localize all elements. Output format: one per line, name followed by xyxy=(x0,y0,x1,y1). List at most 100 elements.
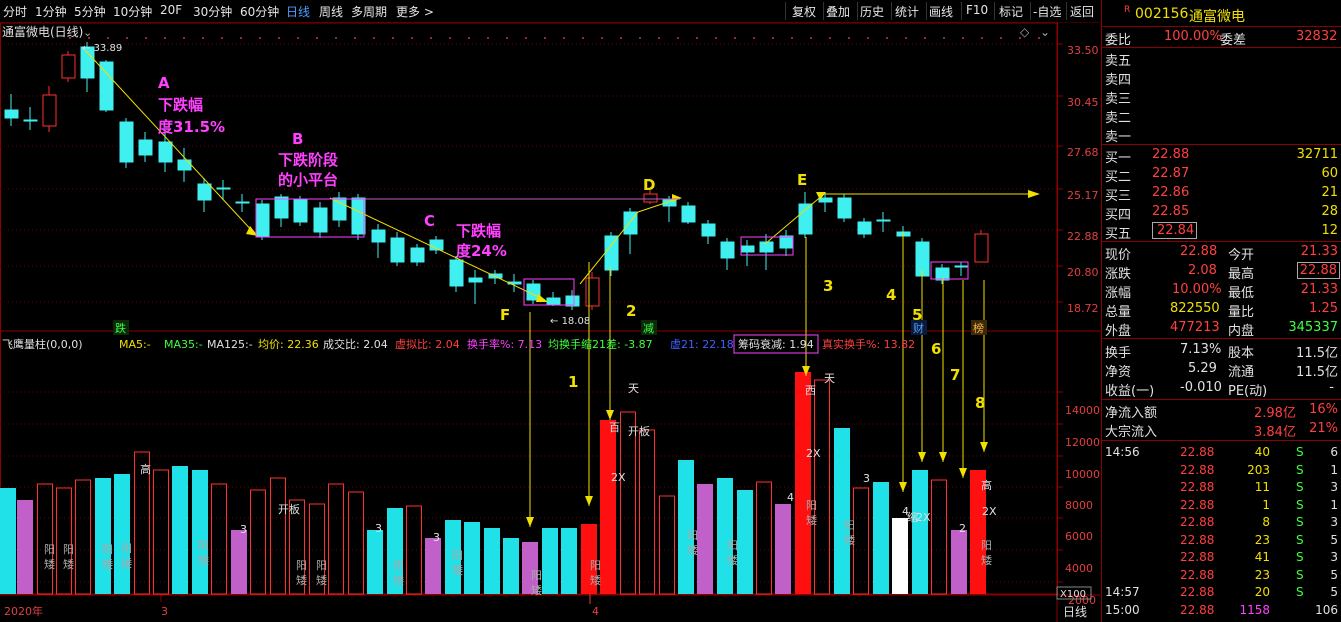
tick-count: 5 xyxy=(1330,532,1338,547)
tick-count: 1 xyxy=(1330,462,1338,477)
candle-body xyxy=(313,207,328,233)
time-axis-label: 3 xyxy=(161,605,168,618)
tab-daily[interactable]: 日线 xyxy=(286,3,310,20)
tick-side: S xyxy=(1296,445,1304,459)
candle-body xyxy=(4,109,19,119)
flow-percent: 16% xyxy=(1309,402,1338,417)
candle-body xyxy=(99,61,114,111)
stat-label: 最低 xyxy=(1228,286,1255,301)
dot xyxy=(202,37,204,39)
tab-1min[interactable]: 1分钟 xyxy=(35,3,67,20)
volume-bar xyxy=(931,479,947,595)
tab-60min[interactable]: 60分钟 xyxy=(240,3,279,20)
bar-label: 2X xyxy=(806,447,821,460)
volume-bar xyxy=(17,500,33,594)
sell-row[interactable]: 卖四 xyxy=(1102,68,1341,88)
buy-row[interactable]: 买四 22.85 28 xyxy=(1102,203,1341,223)
mark-button[interactable]: 标记 xyxy=(999,3,1023,20)
divider xyxy=(1102,26,1341,27)
chevron-down-icon[interactable]: ⌄ xyxy=(83,26,92,39)
event-marker[interactable]: 跌 xyxy=(115,321,126,335)
tab-20f[interactable]: 20F xyxy=(160,3,182,17)
bar-label: 百 xyxy=(609,421,620,434)
buy-label: 买三 xyxy=(1105,189,1132,204)
tick-volume: 1158 xyxy=(1239,602,1270,617)
tick-count: 3 xyxy=(1330,515,1338,529)
volume-bar xyxy=(367,530,383,594)
stats-button[interactable]: 统计 xyxy=(895,3,919,20)
volume-bar xyxy=(853,487,869,595)
dot xyxy=(601,37,603,39)
tab-more[interactable]: 更多 > xyxy=(396,3,434,20)
volume-bar xyxy=(250,489,266,595)
volume-bar xyxy=(348,491,364,595)
tick-time: 14:57 xyxy=(1105,585,1140,599)
sell-row[interactable]: 卖二 xyxy=(1102,106,1341,126)
draw-line-button[interactable]: 画线 xyxy=(929,3,953,20)
buy-row[interactable]: 买二 22.87 60 xyxy=(1102,165,1341,185)
fuquan-button[interactable]: 复权 xyxy=(792,3,816,20)
buy-row[interactable]: 买三 22.86 21 xyxy=(1102,184,1341,204)
tab-30min[interactable]: 30分钟 xyxy=(193,3,232,20)
stat-value: 21.33 xyxy=(1300,282,1338,297)
dot xyxy=(373,37,375,39)
tab-weekly[interactable]: 周线 xyxy=(319,3,343,20)
step-number: 6 xyxy=(931,340,941,358)
candle-body xyxy=(119,121,134,163)
f10-button[interactable]: F10 xyxy=(966,3,988,17)
back-button[interactable]: 返回 xyxy=(1070,3,1094,20)
platform-box xyxy=(255,198,365,238)
tab-10min[interactable]: 10分钟 xyxy=(113,3,152,20)
step-number: 1 xyxy=(568,373,578,391)
arrow-head xyxy=(918,452,926,462)
dot xyxy=(658,37,660,39)
dot xyxy=(316,37,318,39)
dot xyxy=(734,37,736,39)
diamond-icon[interactable]: ◇ xyxy=(1020,25,1030,39)
buy-row[interactable]: 买一 22.88 32711 xyxy=(1102,146,1341,166)
stat-label: 涨跌 xyxy=(1105,267,1132,282)
bar-label: 3 xyxy=(240,523,247,536)
overlay-button[interactable]: 叠加 xyxy=(826,3,850,20)
stat-value: 21.33 xyxy=(1300,244,1338,259)
dot xyxy=(1000,37,1002,39)
stat-label: 现价 xyxy=(1105,248,1132,263)
sell-row[interactable]: 卖三 xyxy=(1102,87,1341,107)
annotation-a: A xyxy=(158,74,170,92)
volume-bar xyxy=(775,504,791,594)
sell-row[interactable]: 卖五 xyxy=(1102,49,1341,69)
sell-row[interactable]: 卖一 xyxy=(1102,125,1341,145)
bar-label: 矮 xyxy=(981,553,992,567)
tick-volume: 1 xyxy=(1262,497,1270,512)
divider xyxy=(961,2,962,20)
watchlist-button[interactable]: -自选 xyxy=(1033,3,1061,20)
flow-label: 大宗流入 xyxy=(1105,425,1158,440)
tab-multi-period[interactable]: 多周期 xyxy=(351,3,387,20)
period-mode-label[interactable]: 日线 xyxy=(1063,605,1087,619)
tick-row: 22.88 8 S 3 xyxy=(1102,514,1341,532)
history-button[interactable]: 历史 xyxy=(860,3,884,20)
arrow-head xyxy=(1028,190,1040,198)
event-marker[interactable]: 减 xyxy=(643,322,654,335)
candle-body xyxy=(779,235,794,249)
kline-chart[interactable]: 通富微电(日线) ⌄ ◇ ⌄ ← 33.89 ← 18.08 33.50 30.… xyxy=(0,22,1100,622)
volume-bar xyxy=(737,490,753,594)
toolbar: 分时 1分钟 5分钟 10分钟 20F 30分钟 60分钟 日线 周线 多周期 … xyxy=(0,0,1100,23)
event-marker[interactable]: 榜 xyxy=(973,321,984,335)
step-number: 7 xyxy=(950,366,960,384)
indicator-name[interactable]: 飞鹰量柱(0,0,0) xyxy=(2,337,83,351)
tab-fenshi[interactable]: 分时 xyxy=(3,3,27,20)
chevron-down-icon[interactable]: ⌄ xyxy=(1040,25,1050,39)
tick-count: 5 xyxy=(1330,567,1338,582)
buy-row[interactable]: 买五 22.84 12 xyxy=(1102,222,1341,242)
buy-label: 买五 xyxy=(1105,227,1132,242)
tick-side: S xyxy=(1296,532,1304,547)
tab-5min[interactable]: 5分钟 xyxy=(74,3,106,20)
candle-body xyxy=(235,201,250,204)
sell-label: 卖三 xyxy=(1105,92,1132,107)
fund-label: 收益(一) xyxy=(1105,384,1155,399)
time-axis-label: 4 xyxy=(592,605,599,618)
tick-price: 22.88 xyxy=(1180,532,1215,547)
candle-body xyxy=(546,297,561,305)
stat-value: 1.25 xyxy=(1309,301,1338,316)
